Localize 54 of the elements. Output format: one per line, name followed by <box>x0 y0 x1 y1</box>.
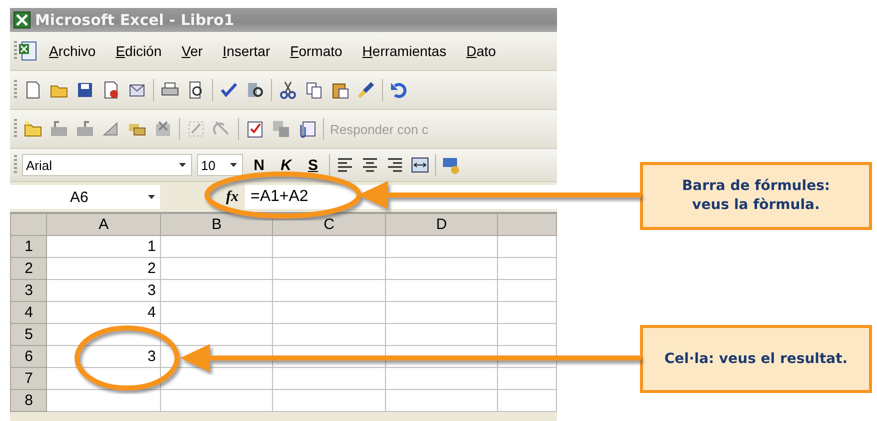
row-header[interactable]: 3 <box>10 280 47 302</box>
menu-item[interactable]: Formato <box>280 43 352 59</box>
delete-icon[interactable] <box>153 119 173 139</box>
row-header[interactable]: 7 <box>10 368 47 390</box>
research-icon[interactable] <box>245 80 265 100</box>
size-field[interactable]: 10 <box>197 154 243 176</box>
column-header[interactable]: A <box>46 214 160 236</box>
column-header[interactable]: B <box>160 214 273 236</box>
menu-item[interactable]: Edición <box>106 43 172 59</box>
menu-item[interactable]: Dato <box>456 43 506 59</box>
scissors-icon[interactable] <box>278 80 298 100</box>
caret-icon[interactable] <box>230 163 237 167</box>
spreadsheet-icon <box>13 11 31 29</box>
name-box[interactable]: A6 <box>10 185 160 209</box>
window-title: Microsoft Excel - Libro1 <box>35 11 234 29</box>
row-header[interactable]: 6 <box>10 346 47 368</box>
merge-cells-icon[interactable] <box>410 155 430 175</box>
bold-button[interactable]: N <box>248 156 270 174</box>
table-cell: 2 <box>46 258 160 280</box>
menu-item[interactable]: Insertar <box>212 43 280 59</box>
align-center-icon[interactable] <box>360 155 380 175</box>
align-left-icon[interactable] <box>335 155 355 175</box>
table-cell: 3 <box>46 346 160 368</box>
callout: Barra de fórmules: veus la fòrmula. <box>640 162 872 230</box>
corner-cell[interactable] <box>10 214 47 236</box>
brush-icon[interactable] <box>356 80 376 100</box>
document-icon[interactable] <box>17 40 39 62</box>
row-header[interactable]: 5 <box>10 324 47 346</box>
function-button[interactable]: fx <box>226 188 238 206</box>
caret-icon[interactable] <box>179 163 186 167</box>
column-header[interactable]: C <box>272 214 386 236</box>
row-header[interactable]: 8 <box>10 390 47 412</box>
table-cell: 1 <box>46 236 160 258</box>
row-header[interactable]: 4 <box>10 302 47 324</box>
italic-button[interactable]: K <box>275 156 297 174</box>
font-field[interactable]: Arial <box>22 154 192 176</box>
table-cell: 4 <box>46 302 160 324</box>
new-folder-icon[interactable] <box>23 119 43 139</box>
currency-icon[interactable] <box>441 155 461 175</box>
underline-button[interactable]: S <box>302 156 324 174</box>
menu-item[interactable]: Herramientas <box>352 43 456 59</box>
callout: Cel·la: veus el resultat. <box>640 325 872 393</box>
copy-icon[interactable] <box>304 80 324 100</box>
menu-item[interactable]: Archivo <box>39 43 106 59</box>
menu-item[interactable]: Ver <box>172 43 213 59</box>
save-icon[interactable] <box>75 80 95 100</box>
table-cell: 3 <box>46 280 160 302</box>
checklist-icon[interactable] <box>245 119 265 139</box>
spelling-icon[interactable] <box>219 80 239 100</box>
row-header[interactable]: 2 <box>10 258 47 280</box>
align-right-icon[interactable] <box>385 155 405 175</box>
column-header[interactable]: D <box>385 214 498 236</box>
row-header[interactable]: 1 <box>10 236 47 258</box>
caret-icon[interactable] <box>148 195 155 199</box>
